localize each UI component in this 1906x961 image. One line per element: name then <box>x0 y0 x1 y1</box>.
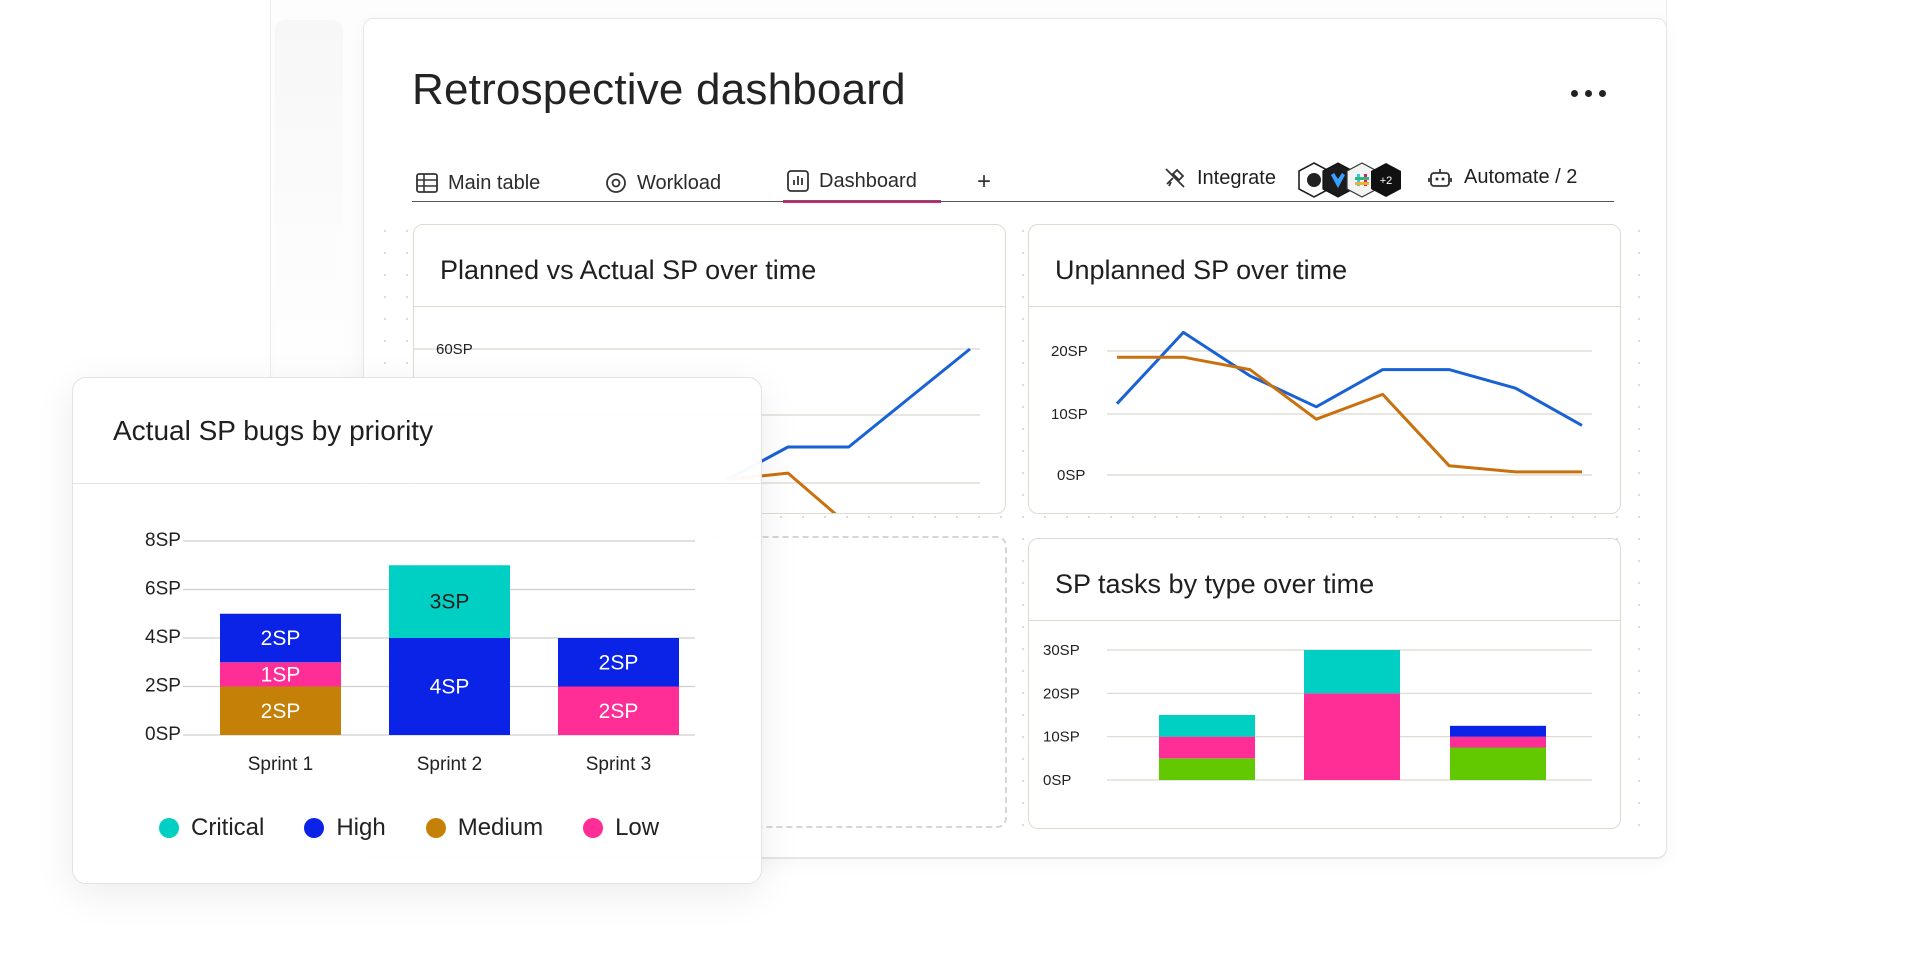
tab-workload[interactable]: Workload <box>605 166 721 200</box>
integrate-button[interactable]: Integrate <box>1163 166 1276 190</box>
chart-legend: Critical High Medium Low <box>159 814 659 842</box>
tabs-divider <box>412 201 1614 202</box>
widget-unplanned-sp[interactable]: Unplanned SP over time 20SP 10SP 0SP <box>1028 224 1621 514</box>
tab-dashboard[interactable]: Dashboard <box>787 164 917 198</box>
bar-data-label: 2SP <box>261 627 301 650</box>
tab-main-table[interactable]: Main table <box>416 166 540 200</box>
legend-label: Medium <box>457 814 544 841</box>
line-chart-unplanned-sp: 20SP 10SP 0SP <box>1051 330 1592 484</box>
tab-label: Main table <box>448 171 541 194</box>
legend-item-high[interactable]: High <box>304 814 386 842</box>
bar-segment <box>1450 747 1546 780</box>
more-horizontal-icon <box>1571 90 1578 97</box>
legend-item-critical[interactable]: Critical <box>159 814 264 842</box>
y-tick-label: 10SP <box>1043 729 1080 746</box>
y-tick-label: 20SP <box>1043 685 1080 702</box>
series-line-1 <box>1115 330 1583 427</box>
legend-dot-high <box>304 818 325 838</box>
bar-chart-tasks-by-type: 30SP 20SP 10SP 0SP <box>1043 642 1592 789</box>
legend-dot-medium <box>425 818 446 838</box>
table-icon <box>416 173 438 193</box>
y-tick-label: 6SP <box>145 579 181 600</box>
legend-label: High <box>336 814 386 841</box>
series-line-1 <box>726 347 971 482</box>
legend-label: Critical <box>191 814 265 841</box>
automate-button[interactable]: Automate / 2 <box>1428 166 1577 189</box>
y-tick-label: 8SP <box>145 530 181 551</box>
bar-segment <box>1159 715 1255 737</box>
tab-label: Workload <box>637 171 722 194</box>
add-tab-button[interactable]: + <box>977 168 991 196</box>
legend-item-low[interactable]: Low <box>583 814 659 842</box>
bar-data-label: 3SP <box>430 591 470 614</box>
y-tick-label: 0SP <box>145 724 181 745</box>
bar-data-label: 1SP <box>261 663 301 686</box>
dashboard-icon <box>787 170 809 192</box>
bar-data-label: 4SP <box>430 676 470 699</box>
legend-dot-low <box>583 818 604 838</box>
robot-icon <box>1428 168 1452 187</box>
y-tick-label: 60SP <box>436 341 473 358</box>
bar-segment <box>1304 693 1400 780</box>
bar-segment <box>1304 650 1400 694</box>
y-tick-label: 4SP <box>145 627 181 648</box>
bar-segment <box>1450 736 1546 748</box>
x-tick-label: Sprint 3 <box>586 754 651 775</box>
y-tick-label: 2SP <box>145 676 181 697</box>
y-tick-label: 0SP <box>1043 772 1071 789</box>
y-tick-label: 20SP <box>1051 343 1088 360</box>
page-title: Retrospective dashboard <box>412 65 906 114</box>
bar-data-label: 2SP <box>261 700 301 723</box>
bar-segment <box>1159 736 1255 759</box>
bar-segment <box>1450 725 1546 737</box>
legend-dot-critical <box>159 818 179 838</box>
widget-tasks-by-type[interactable]: SP tasks by type over time 30SP 20SP 10SP 0… <box>1028 538 1621 829</box>
bar-chart-bugs-by-priority: 8SP 6SP 4SP 2SP 0SP 2SP 1SP 2SP Sprint 1 4SP 3SP Sp… <box>145 530 695 775</box>
integration-apps[interactable]: +2 <box>1297 161 1407 199</box>
series-line-2 <box>727 471 837 513</box>
legend-label: Low <box>615 814 660 841</box>
bar-data-label: 2SP <box>599 651 639 674</box>
bar-segment <box>1159 758 1255 780</box>
x-tick-label: Sprint 2 <box>417 754 482 775</box>
side-panel <box>275 20 343 400</box>
automate-label: Automate / 2 <box>1464 166 1578 188</box>
y-tick-label: 0SP <box>1057 467 1085 484</box>
svg-text:+2: +2 <box>1380 175 1393 187</box>
more-options-button[interactable] <box>1568 80 1618 110</box>
y-tick-label: 30SP <box>1043 642 1080 659</box>
tab-label: Dashboard <box>819 169 917 192</box>
widget-bugs-by-priority[interactable]: Actual SP bugs by priority 8SP 6SP 4SP 2SP 0… <box>72 377 762 884</box>
integrate-icon <box>1165 168 1185 188</box>
y-tick-label: 10SP <box>1051 406 1088 423</box>
workload-icon <box>606 173 626 193</box>
legend-item-medium[interactable]: Medium <box>425 814 544 842</box>
integrate-label: Integrate <box>1197 166 1276 189</box>
x-tick-label: Sprint 1 <box>248 754 313 775</box>
bar-data-label: 2SP <box>599 700 639 723</box>
